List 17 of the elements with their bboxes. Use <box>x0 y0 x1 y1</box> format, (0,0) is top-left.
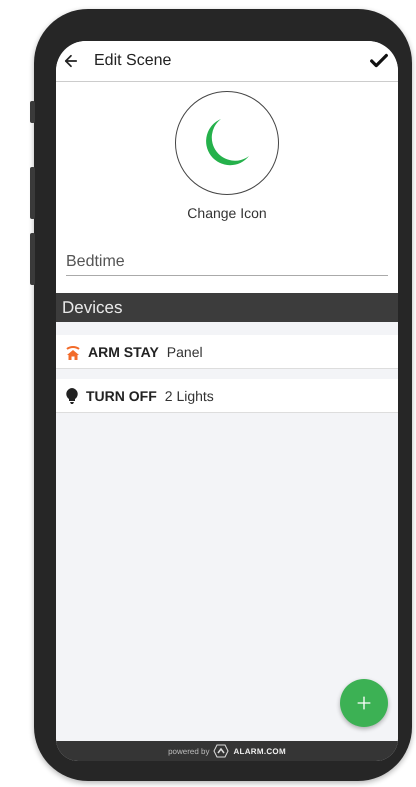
device-row[interactable]: TURN OFF 2 Lights <box>56 379 398 413</box>
section-header: Devices <box>56 293 398 322</box>
logo-icon <box>213 744 230 758</box>
powered-by-text: powered by <box>168 746 210 756</box>
lightbulb-icon <box>66 388 78 404</box>
house-shield-icon <box>66 344 80 360</box>
brand-name: ALARM.COM <box>233 746 286 756</box>
device-action: ARM STAY <box>88 344 159 360</box>
screen-title: Edit Scene <box>94 52 172 70</box>
change-icon-label[interactable]: Change Icon <box>187 205 267 221</box>
scene-name-field[interactable]: Bedtime <box>66 251 388 276</box>
device-target: Panel <box>166 344 203 360</box>
device-row[interactable]: ARM STAY Panel <box>56 335 398 369</box>
device-target: 2 Lights <box>164 388 214 404</box>
device-action: TURN OFF <box>86 388 157 404</box>
back-arrow-icon[interactable] <box>62 52 80 70</box>
moon-icon <box>203 118 251 168</box>
